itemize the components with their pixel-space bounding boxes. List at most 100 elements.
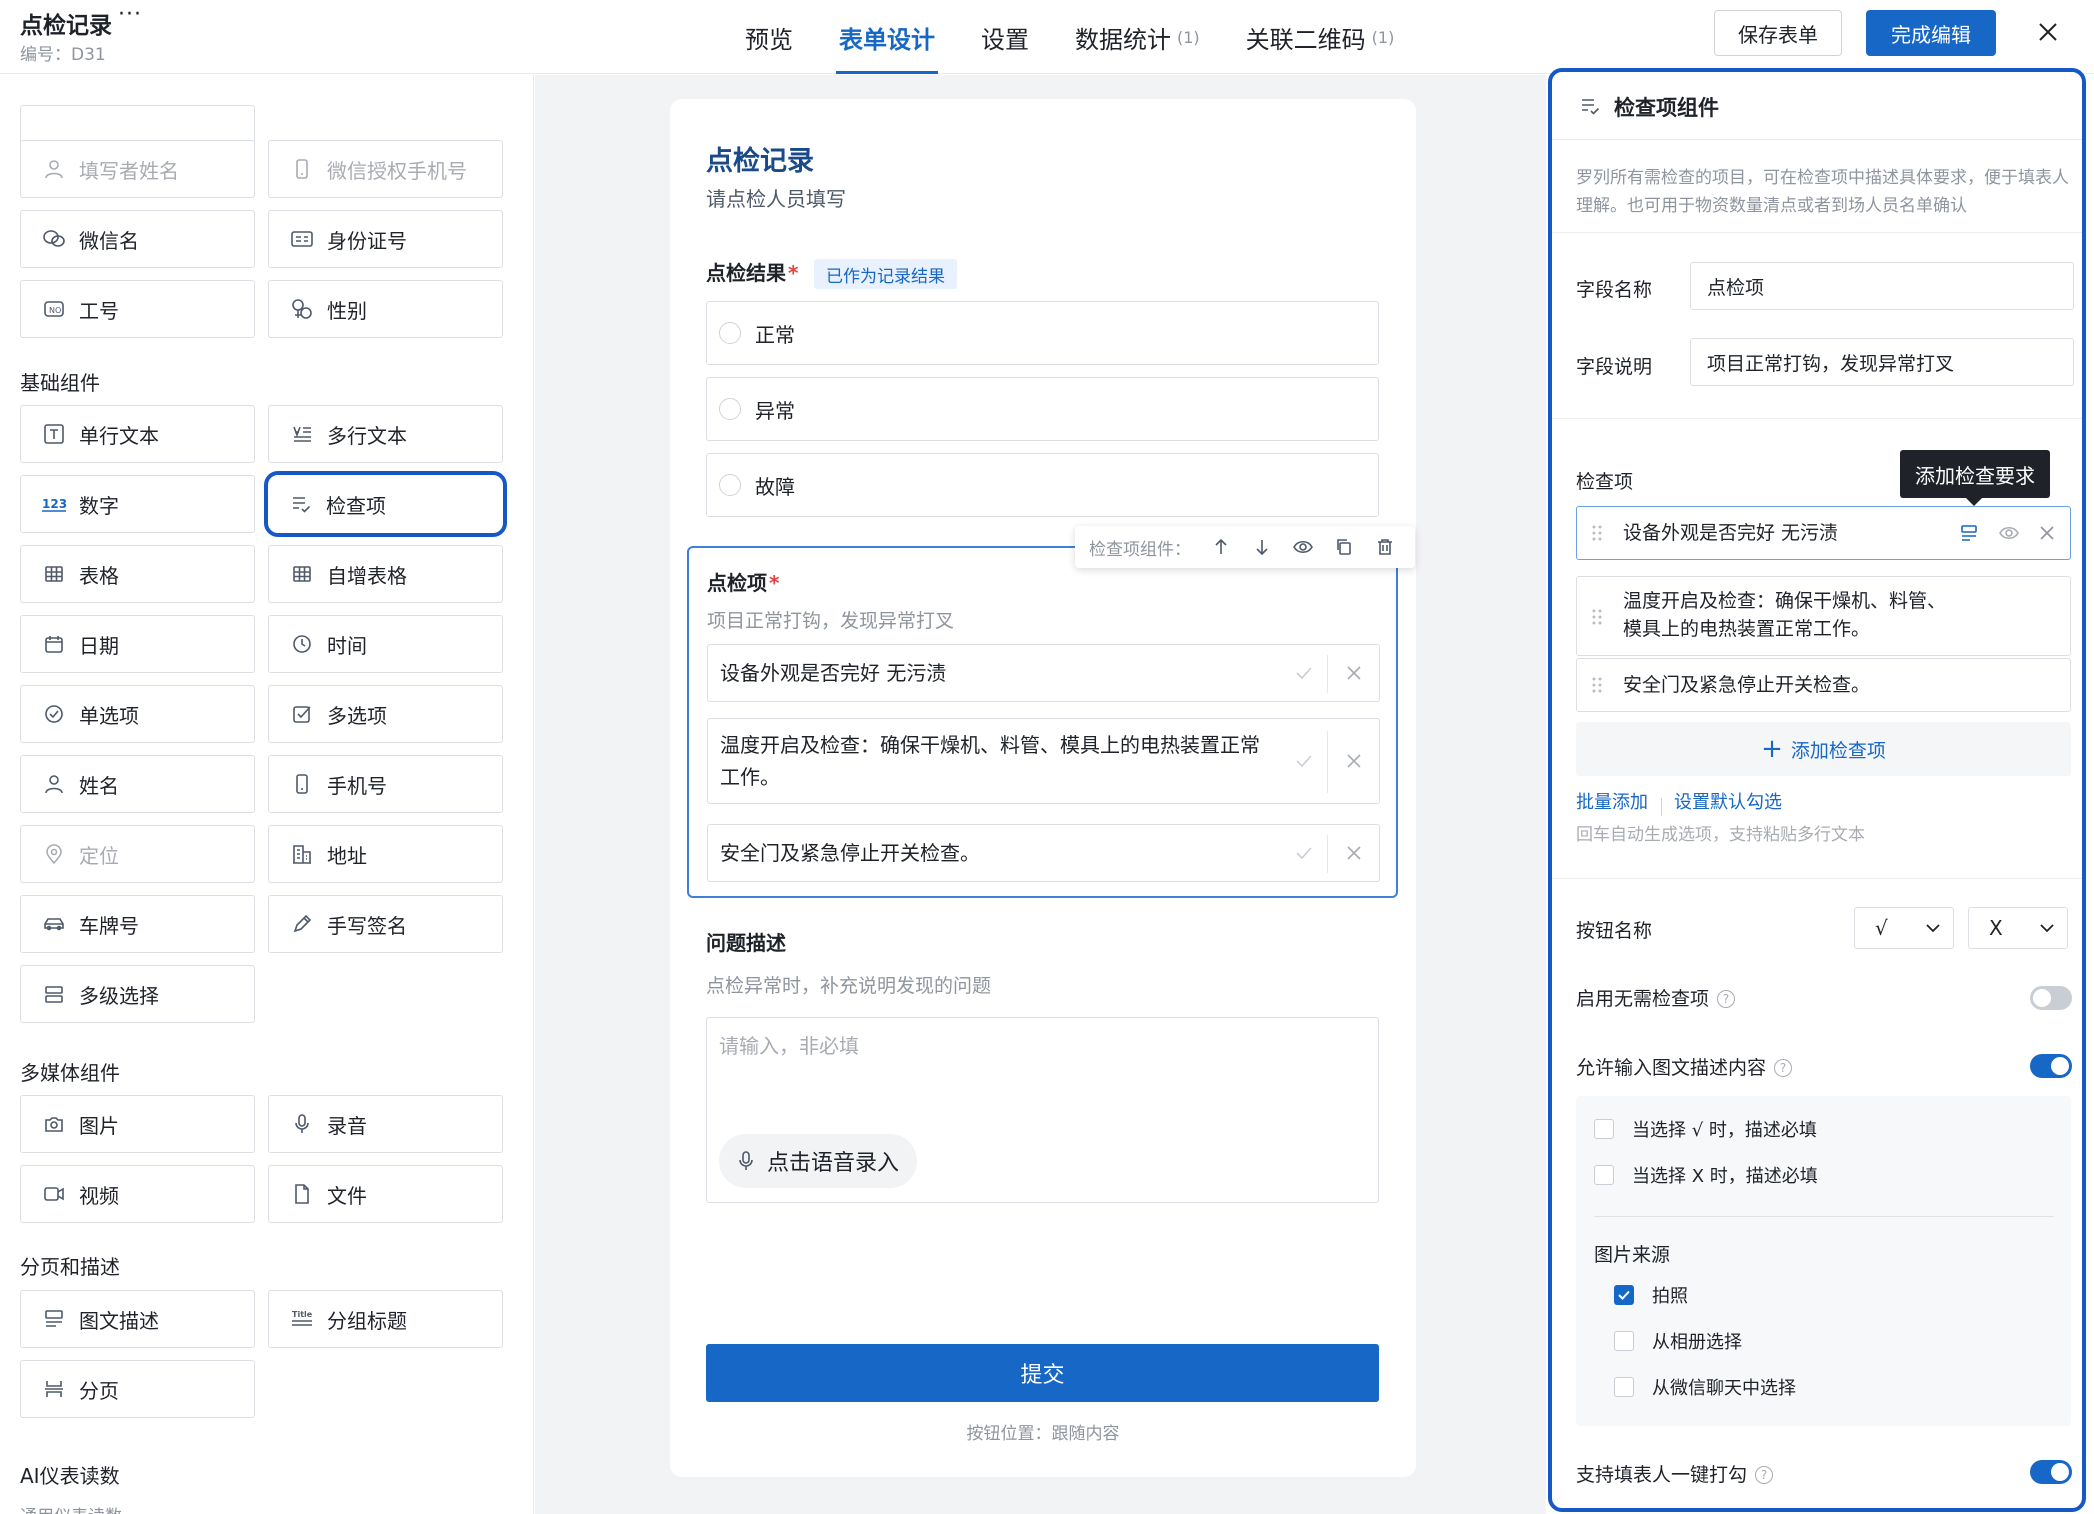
palette-location[interactable]: 定位	[20, 825, 255, 883]
palette-multi-text[interactable]: 多行文本	[268, 405, 503, 463]
tab-label: 设置	[981, 25, 1029, 54]
tab-preview[interactable]: 预览	[722, 0, 816, 74]
drag-handle-icon[interactable]	[1589, 607, 1605, 627]
no-check-toggle[interactable]	[2030, 986, 2072, 1010]
allow-desc-setting: 允许输入图文描述内容?	[1576, 1053, 1793, 1080]
palette-name[interactable]: 姓名	[20, 755, 255, 813]
palette-number[interactable]: 123 数字	[20, 475, 255, 533]
palette-image[interactable]: 图片	[20, 1095, 255, 1153]
checkbox[interactable]	[1614, 1285, 1634, 1305]
add-check-item-button[interactable]: + 添加检查项	[1576, 722, 2071, 776]
image-source-album[interactable]: 从相册选择	[1614, 1328, 1742, 1354]
cross-icon[interactable]	[1343, 750, 1365, 772]
palette-page-break[interactable]: 分页	[20, 1360, 255, 1418]
require-yes-option[interactable]: 当选择 √ 时，描述必填	[1594, 1116, 1817, 1142]
form-card: 点检记录 请点检人员填写 点检结果 * 已作为记录结果 正常 异常 故障 检查项组…	[670, 99, 1416, 1477]
building-icon	[289, 841, 315, 867]
palette-address[interactable]: 地址	[268, 825, 503, 883]
palette-table[interactable]: 表格	[20, 545, 255, 603]
palette-wechat-name[interactable]: 微信名	[20, 210, 255, 268]
default-check-link[interactable]: 设置默认勾选	[1674, 788, 1782, 814]
palette-time[interactable]: 时间	[268, 615, 503, 673]
checkbox[interactable]	[1614, 1331, 1634, 1351]
palette-gender[interactable]: 性别	[268, 280, 503, 338]
tab-form-design[interactable]: 表单设计	[816, 0, 958, 74]
palette-filler-name[interactable]: 填写者姓名	[20, 140, 255, 198]
check-item-editor[interactable]: 温度开启及检查：确保干燥机、料管、模具上的电热装置正常工作。	[1576, 576, 2071, 656]
eye-icon[interactable]	[1292, 536, 1314, 558]
check-mark-icon[interactable]	[1293, 662, 1315, 684]
field-desc-input[interactable]: 项目正常打钩，发现异常打叉	[1690, 338, 2074, 386]
palette-cascade[interactable]: 多级选择	[20, 965, 255, 1023]
checkbox[interactable]	[1594, 1119, 1614, 1139]
yes-button-select[interactable]: √	[1854, 907, 1954, 949]
remove-icon[interactable]	[2036, 522, 2058, 544]
check-item-editor[interactable]: 安全门及紧急停止开关检查。	[1576, 658, 2071, 712]
voice-input-button[interactable]: 点击语音录入	[719, 1134, 918, 1188]
require-no-option[interactable]: 当选择 X 时，描述必填	[1594, 1162, 1818, 1188]
help-icon[interactable]: ?	[1755, 1466, 1774, 1484]
batch-add-link[interactable]: 批量添加	[1576, 788, 1648, 814]
palette-file[interactable]: 文件	[268, 1165, 503, 1223]
checkbox[interactable]	[1594, 1165, 1614, 1185]
palette-employee-no[interactable]: NO 工号	[20, 280, 255, 338]
palette-auto-table[interactable]: 自增表格	[268, 545, 503, 603]
allow-desc-toggle[interactable]	[2030, 1054, 2072, 1078]
tab-qrcode[interactable]: 关联二维码 (1)	[1223, 0, 1418, 74]
palette-group-title[interactable]: Title 分组标题	[268, 1290, 503, 1348]
add-requirement-icon[interactable]	[1958, 522, 1980, 544]
delete-icon[interactable]	[1374, 536, 1396, 558]
cross-icon[interactable]	[1343, 662, 1365, 684]
eye-icon[interactable]	[1998, 522, 2020, 544]
drag-handle-icon[interactable]	[1589, 675, 1605, 695]
tab-statistics[interactable]: 数据统计 (1)	[1052, 0, 1223, 74]
image-source-wechat[interactable]: 从微信聊天中选择	[1614, 1374, 1796, 1400]
field-name-input[interactable]: 点检项	[1690, 262, 2074, 310]
radio-option[interactable]: 异常	[706, 377, 1379, 441]
checkbox[interactable]	[1614, 1377, 1634, 1397]
more-icon[interactable]: ···	[118, 2, 142, 27]
toggle-knob	[2033, 989, 2051, 1007]
finish-edit-button[interactable]: 完成编辑	[1866, 10, 1996, 56]
radio-option[interactable]: 故障	[706, 453, 1379, 517]
radio-check-icon	[41, 701, 67, 727]
submit-button[interactable]: 提交	[706, 1344, 1379, 1402]
palette-video[interactable]: 视频	[20, 1165, 255, 1223]
check-item-editor[interactable]: 设备外观是否完好 无污渍	[1576, 506, 2071, 560]
tab-settings[interactable]: 设置	[958, 0, 1052, 74]
palette-mobile[interactable]: 手机号	[268, 755, 503, 813]
move-up-icon[interactable]	[1210, 536, 1232, 558]
problem-textarea[interactable]: 请输入，非必填 点击语音录入	[706, 1017, 1379, 1203]
palette-id-card[interactable]: 身份证号	[268, 210, 503, 268]
palette-signature[interactable]: 手写签名	[268, 895, 503, 953]
help-icon[interactable]: ?	[1717, 990, 1736, 1008]
palette-single-choice[interactable]: 单选项	[20, 685, 255, 743]
palette-single-text[interactable]: 单行文本	[20, 405, 255, 463]
check-mark-icon[interactable]	[1293, 842, 1315, 864]
palette-image-text[interactable]: 图文描述	[20, 1290, 255, 1348]
palette-audio[interactable]: 录音	[268, 1095, 503, 1153]
check-mark-icon[interactable]	[1293, 750, 1315, 772]
palette-date[interactable]: 日期	[20, 615, 255, 673]
image-source-camera[interactable]: 拍照	[1614, 1282, 1688, 1308]
copy-icon[interactable]	[1333, 536, 1355, 558]
close-icon[interactable]	[2030, 14, 2066, 50]
move-down-icon[interactable]	[1251, 536, 1273, 558]
checkbox-label: 当选择 X 时，描述必填	[1632, 1166, 1818, 1187]
item-text[interactable]: 安全门及紧急停止开关检查。	[1623, 671, 1950, 699]
palette-multi-choice[interactable]: 多选项	[268, 685, 503, 743]
title-icon: Title	[289, 1306, 315, 1332]
save-form-button[interactable]: 保存表单	[1714, 10, 1842, 56]
checklist-field-block[interactable]: 检查项组件： 点检项 * 项目正常打钩，发现异常打叉 设备外观是否完好 无污渍 温…	[687, 526, 1415, 898]
radio-option[interactable]: 正常	[706, 301, 1379, 365]
no-button-select[interactable]: X	[1968, 907, 2068, 949]
palette-wechat-phone[interactable]: 微信授权手机号	[268, 140, 503, 198]
palette-checklist[interactable]: 检查项	[264, 471, 507, 537]
drag-handle-icon[interactable]	[1589, 523, 1605, 543]
help-icon[interactable]: ?	[1774, 1059, 1793, 1077]
item-text[interactable]: 温度开启及检查：确保干燥机、料管、模具上的电热装置正常工作。	[1623, 587, 1954, 643]
one-click-toggle[interactable]	[2030, 1460, 2072, 1484]
cross-icon[interactable]	[1343, 842, 1365, 864]
item-text[interactable]: 设备外观是否完好 无污渍	[1623, 519, 1950, 547]
palette-plate[interactable]: 车牌号	[20, 895, 255, 953]
